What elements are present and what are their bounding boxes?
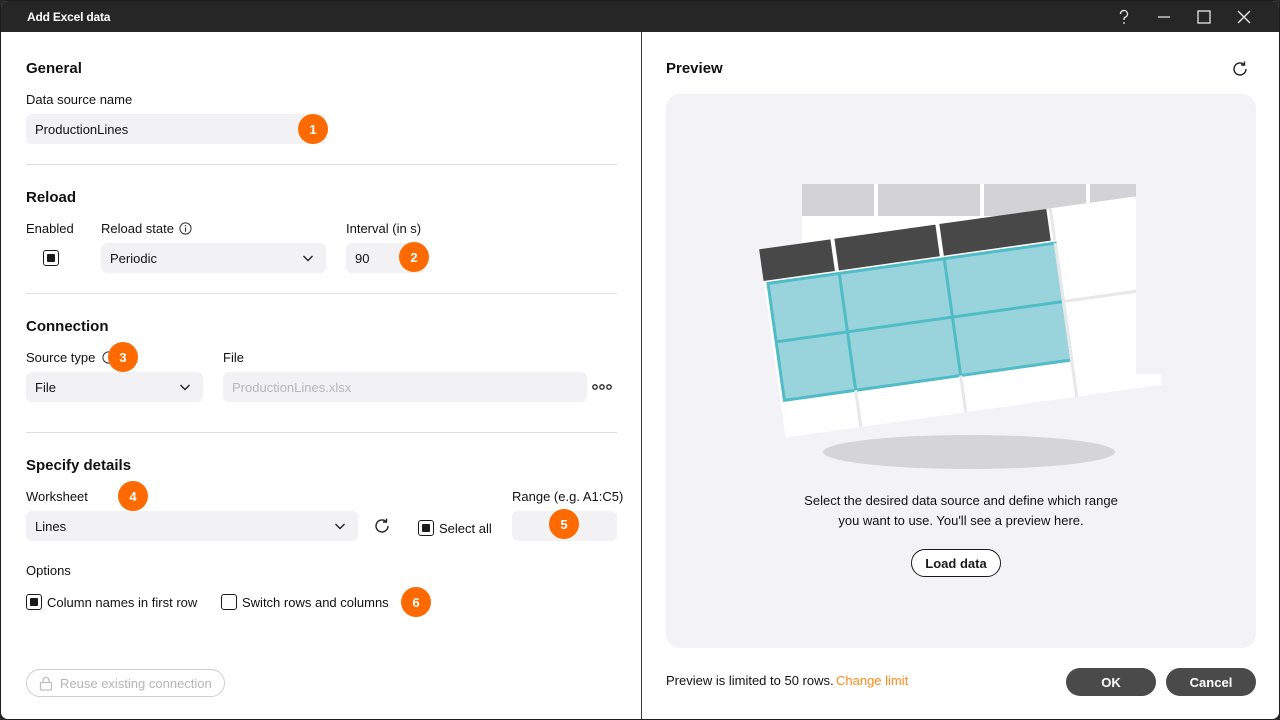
connection-heading: Connection [26, 318, 109, 335]
column-names-label[interactable]: Column names in first row [47, 595, 197, 610]
specify-details-heading: Specify details [26, 457, 132, 474]
maximize-button[interactable] [1184, 1, 1224, 32]
switch-rows-columns-checkbox[interactable] [221, 594, 237, 610]
step-badge-5: 5 [549, 509, 579, 539]
step-badge-6: 6 [401, 587, 431, 617]
help-icon [1119, 9, 1129, 24]
chevron-down-icon [303, 255, 313, 262]
reload-heading: Reload [26, 189, 77, 206]
worksheet-label: Worksheet [26, 489, 88, 504]
select-all-checkbox[interactable] [418, 520, 434, 536]
preview-heading: Preview [666, 60, 723, 77]
preview-message: Select the desired data source and defin… [666, 491, 1256, 531]
preview-area: Select the desired data source and defin… [666, 94, 1256, 648]
file-path-placeholder: ProductionLines.xlsx [232, 379, 352, 395]
divider [26, 432, 617, 433]
more-options-icon [592, 384, 612, 390]
maximize-icon [1197, 9, 1211, 24]
preview-panel: Preview Select the desired data source a… [642, 32, 1279, 719]
chevron-down-icon [335, 523, 345, 530]
change-limit-link[interactable]: Change limit [836, 673, 908, 688]
minimize-icon [1158, 15, 1170, 18]
divider [26, 164, 617, 165]
chevron-down-icon [180, 384, 190, 391]
source-type-value: File [35, 379, 56, 395]
data-source-name-value: ProductionLines [35, 121, 129, 137]
load-data-button[interactable]: Load data [911, 549, 1001, 577]
column-names-checkbox[interactable] [26, 594, 42, 610]
divider [26, 293, 617, 294]
ok-button[interactable]: OK [1066, 668, 1156, 696]
spreadsheet-illustration-icon [759, 184, 1166, 469]
refresh-icon[interactable] [372, 517, 392, 535]
settings-panel: General Data source name ProductionLines… [1, 32, 641, 719]
data-source-name-label: Data source name [26, 92, 133, 107]
window-title: Add Excel data [27, 10, 111, 24]
file-path-input[interactable]: ProductionLines.xlsx [223, 372, 587, 402]
help-button[interactable] [1104, 1, 1144, 32]
reload-state-select[interactable]: Periodic [101, 243, 326, 273]
step-badge-4: 4 [118, 481, 148, 511]
file-label: File [223, 350, 244, 365]
source-type-select[interactable]: File [26, 372, 203, 402]
reuse-connection-button[interactable]: Reuse existing connection [26, 669, 225, 697]
close-button[interactable] [1224, 1, 1264, 32]
worksheet-value: Lines [35, 518, 67, 534]
general-heading: General [26, 60, 82, 77]
reuse-connection-label: Reuse existing connection [60, 675, 212, 691]
select-all-label[interactable]: Select all [439, 521, 492, 536]
cancel-button[interactable]: Cancel [1166, 668, 1256, 696]
enabled-checkbox[interactable] [43, 250, 59, 266]
reload-state-value: Periodic [110, 250, 157, 266]
preview-limit-text: Preview is limited to 50 rows. [666, 673, 834, 688]
enabled-label: Enabled [26, 221, 74, 236]
reload-state-label: Reload state [101, 221, 174, 236]
dialog-window: Add Excel data General Data source name … [0, 0, 1280, 720]
source-type-label: Source type [26, 350, 96, 365]
worksheet-select[interactable]: Lines [26, 511, 358, 541]
options-label: Options [26, 563, 71, 578]
preview-message-line2: you want to use. You'll see a preview he… [838, 513, 1084, 528]
range-label: Range (e.g. A1:C5) [512, 489, 624, 504]
browse-file-button[interactable] [591, 379, 615, 395]
minimize-button[interactable] [1144, 1, 1184, 32]
close-icon [1237, 10, 1251, 23]
step-badge-3: 3 [108, 342, 138, 372]
preview-message-line1: Select the desired data source and defin… [804, 493, 1118, 508]
info-icon[interactable] [179, 222, 192, 235]
interval-label: Interval (in s) [346, 221, 422, 236]
step-badge-2: 2 [399, 242, 429, 272]
step-badge-1: 1 [298, 114, 328, 144]
interval-value: 90 [355, 250, 370, 266]
title-bar: Add Excel data [1, 1, 1279, 32]
switch-rows-columns-label[interactable]: Switch rows and columns [242, 595, 389, 610]
refresh-icon[interactable] [1230, 60, 1250, 78]
lock-icon [39, 676, 53, 691]
data-source-name-input[interactable]: ProductionLines [26, 114, 326, 144]
